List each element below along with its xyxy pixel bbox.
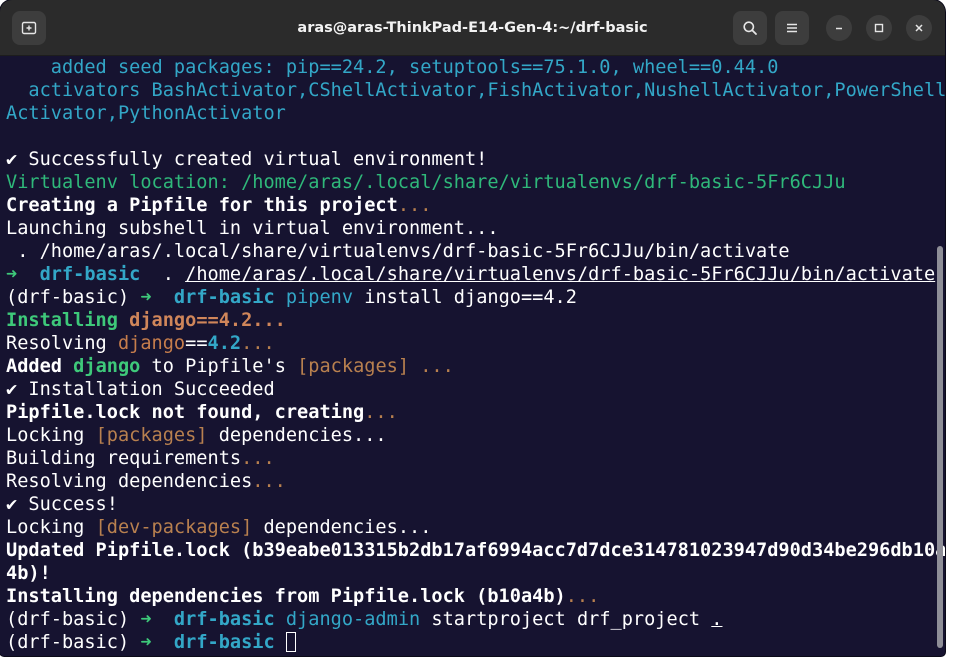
output-line: ✔ Success! [6,494,118,515]
output-line: Resolving dependencies... [6,471,286,492]
maximize-button[interactable] [866,15,892,41]
minimize-icon [836,27,842,30]
output-line: Updated Pipfile.lock (b39eabe013315b2db1… [6,540,945,561]
check-icon: ✔ [6,149,18,170]
prompt-arrow-icon: ➜ [140,609,152,630]
scrollbar[interactable] [937,246,943,648]
output-line: Launching subshell in virtual environmen… [6,218,499,239]
prompt-directory: drf-basic [17,264,141,285]
new-tab-icon [21,21,37,35]
text-cursor[interactable] [285,632,296,652]
prompt-line: (drf-basic) ➜ drf-basic pipenv install d… [6,287,577,308]
venv-label: (drf-basic) [6,287,141,308]
command-name: django-admin [274,609,421,630]
search-button[interactable] [733,11,767,45]
output-line: Creating a Pipfile for this project... [6,195,432,216]
output-line: Activator,PythonActivator [6,103,286,124]
command-name: pipenv [274,287,354,308]
output-line: Building requirements... [6,448,275,469]
output-line: Installing django==4.2... [6,310,286,331]
output-line: Virtualenv location: /home/aras/.local/s… [6,172,846,193]
title-bar: aras@aras-ThinkPad-E14-Gen-4:~/drf-basic [0,0,945,56]
prompt-directory: drf-basic [151,609,275,630]
prompt-line: (drf-basic) ➜ drf-basic [6,631,296,654]
output-line: activators BashActivator,CShellActivator… [6,80,945,101]
prompt-arrow-icon: ➜ [6,264,18,285]
search-icon [743,21,757,35]
prompt-directory: drf-basic [151,632,275,653]
output-line: Locking [dev-packages] dependencies... [6,517,432,538]
menu-button[interactable] [775,11,809,45]
hamburger-menu-icon [787,23,797,33]
output-line: ✔ Installation Succeeded [6,379,275,400]
output-line: added seed packages: pip==24.2, setuptoo… [6,57,779,78]
prompt-arrow-icon: ➜ [140,287,152,308]
close-button[interactable] [906,15,932,41]
venv-label: (drf-basic) [6,609,141,630]
output-line: Locking [packages] dependencies... [6,425,387,446]
minimize-button[interactable] [826,15,852,41]
prompt-arrow-icon: ➜ [140,632,152,653]
output-line: Resolving django==4.2... [6,333,275,354]
new-tab-button[interactable] [12,11,46,45]
output-line: Pipfile.lock not found, creating... [6,402,398,423]
terminal-output[interactable]: added seed packages: pip==24.2, setuptoo… [0,56,945,656]
output-line: Installing dependencies from Pipfile.loc… [6,586,600,607]
output-line: . /home/aras/.local/share/virtualenvs/dr… [6,241,790,262]
prompt-line: ➜ drf-basic . /home/aras/.local/share/vi… [6,264,936,285]
maximize-icon [874,23,884,33]
output-line: ✔ Successfully created virtual environme… [6,149,488,170]
activate-path: /home/aras/.local/share/virtualenvs/drf-… [185,264,936,285]
prompt-directory: drf-basic [151,287,275,308]
venv-label: (drf-basic) [6,632,141,653]
prompt-line: (drf-basic) ➜ drf-basic django-admin sta… [6,609,723,630]
output-line: Added django to Pipfile's [packages] ... [6,356,454,377]
output-line: 4b)! [6,563,51,584]
close-icon [915,24,923,32]
terminal-window: aras@aras-ThinkPad-E14-Gen-4:~/drf-basic [0,0,945,656]
